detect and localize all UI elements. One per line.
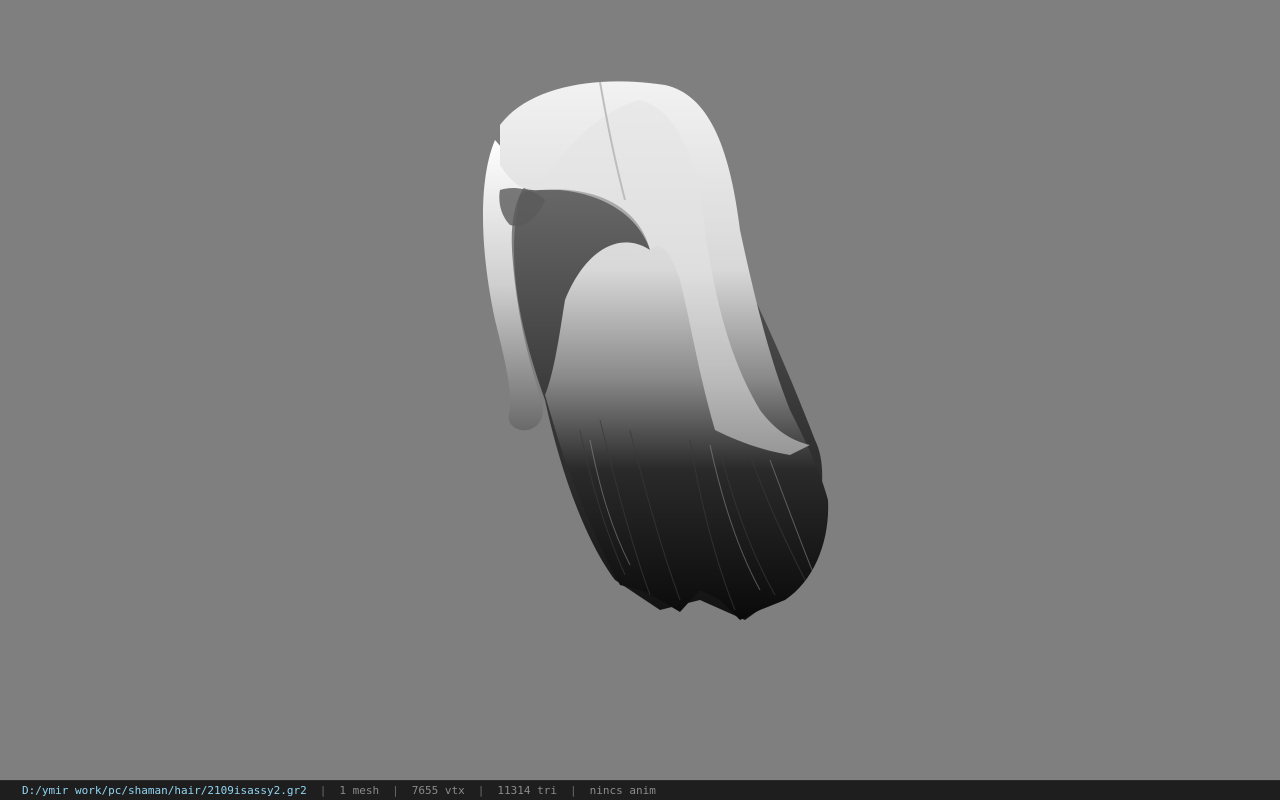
animation-status: nincs anim <box>589 784 656 797</box>
status-separator: | <box>570 784 577 797</box>
status-separator: | <box>392 784 399 797</box>
status-separator: | <box>477 784 485 797</box>
hair-model <box>482 81 829 621</box>
status-separator: | <box>319 784 327 797</box>
mesh-count: 1 mesh <box>339 784 380 797</box>
triangle-count: 11314 tri <box>497 784 557 797</box>
vertex-count: 7655 vtx <box>411 784 465 797</box>
file-path: D:/ymir work/pc/shaman/hair/2109isassy2.… <box>22 784 307 797</box>
status-bar: D:/ymir work/pc/shaman/hair/2109isassy2.… <box>0 780 1280 800</box>
3d-viewport[interactable] <box>0 0 1280 780</box>
